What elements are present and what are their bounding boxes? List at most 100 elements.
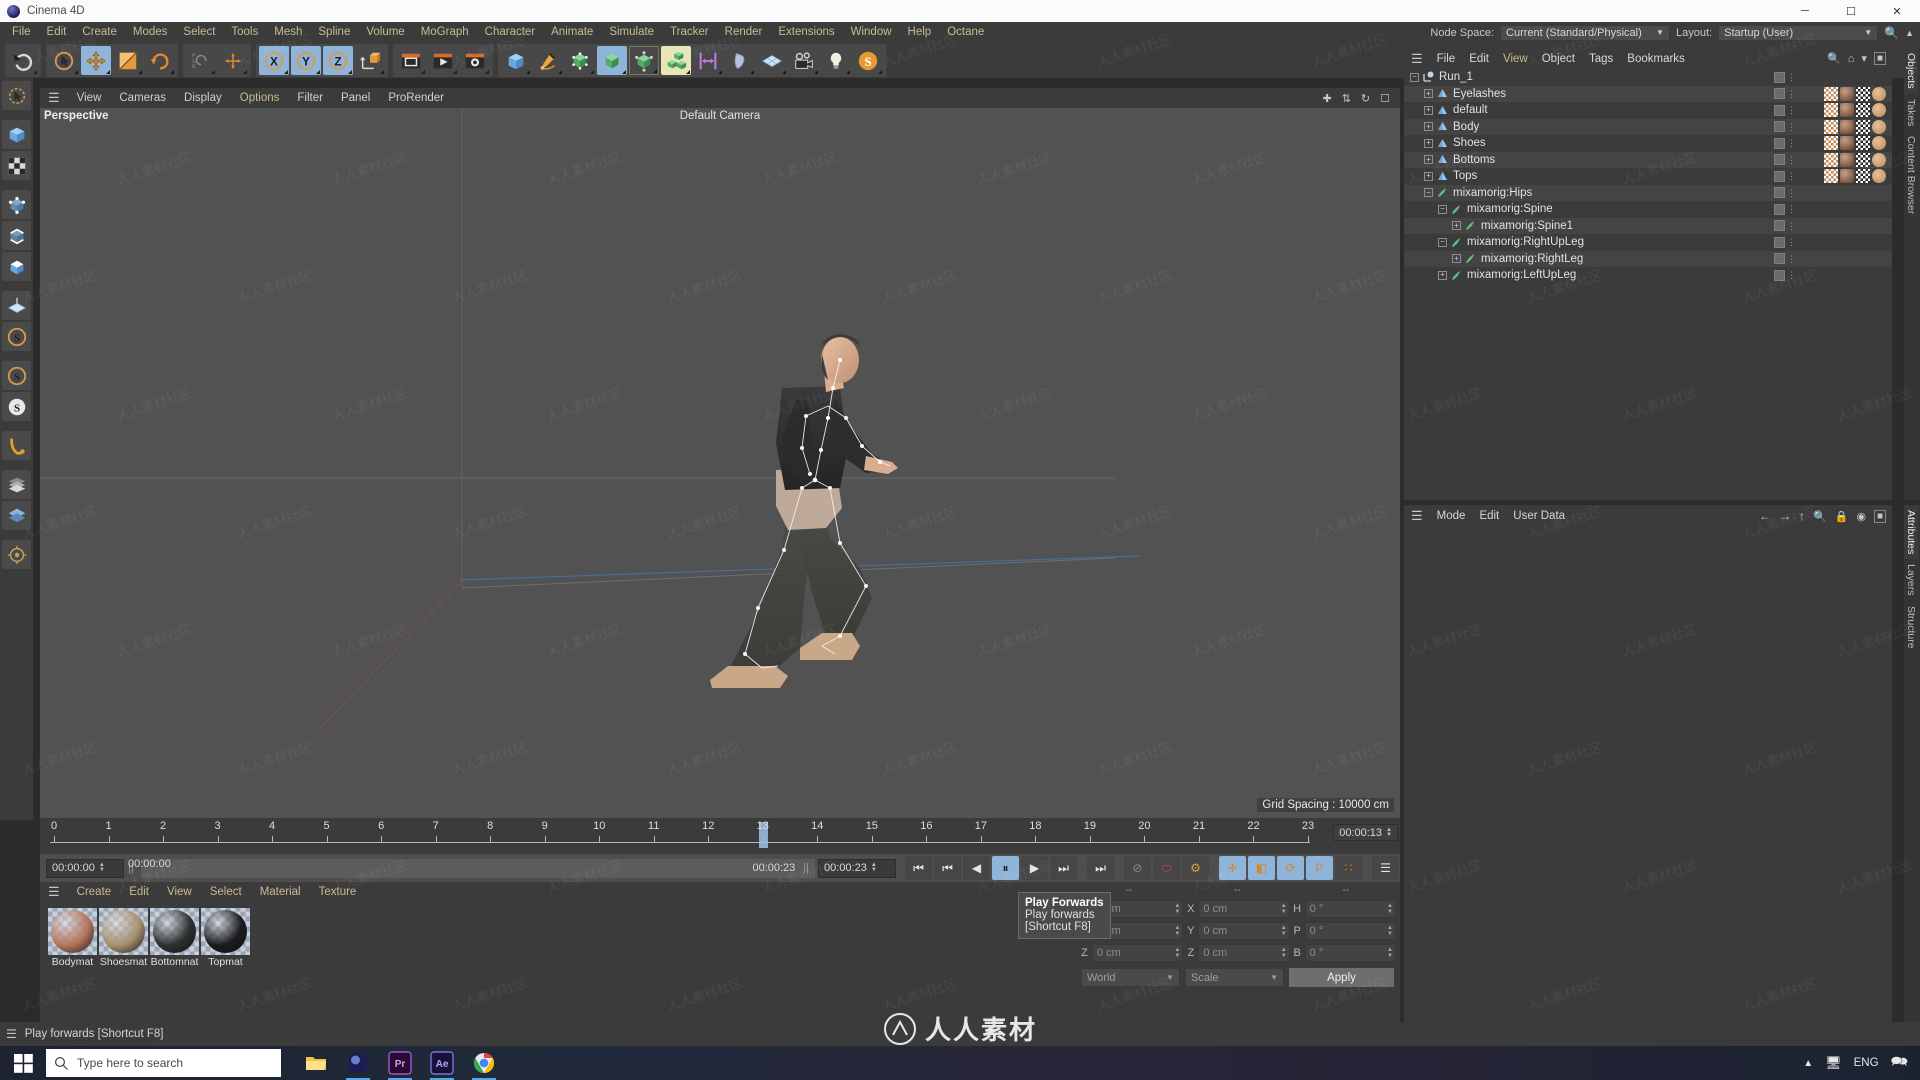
display-tag-icon[interactable]	[1774, 154, 1785, 166]
x-axis-icon[interactable]: X	[259, 46, 289, 75]
object-row[interactable]: + Shoes ⋮	[1404, 135, 1892, 152]
display-tag-icon[interactable]	[1774, 236, 1785, 248]
pin-icon[interactable]: ◉	[1856, 510, 1866, 523]
apply-button[interactable]: Apply	[1289, 968, 1394, 987]
menu-help[interactable]: Help	[900, 22, 940, 43]
uvw-tag-icon[interactable]	[1824, 103, 1838, 118]
coord-input-size-x[interactable]: 0 cm ▲ ▼	[1198, 900, 1290, 918]
timeline-end-time-field[interactable]: 00:00:13 ▲ ▼	[1333, 824, 1398, 841]
expander-toggle[interactable]: −	[1438, 237, 1447, 247]
preview-range-track[interactable]: 00:00:23 ||	[140, 858, 815, 878]
search-icon[interactable]: 🔍	[1884, 26, 1899, 40]
selection-tag-icon[interactable]	[1872, 169, 1886, 184]
menu-edit[interactable]: Edit	[39, 22, 75, 43]
display-tag-icon[interactable]	[1774, 203, 1785, 215]
cinema4d-taskbar-icon[interactable]	[337, 1046, 379, 1080]
octane-icon[interactable]: S	[853, 46, 883, 75]
spinner-icon[interactable]: ▲ ▼	[1387, 925, 1393, 937]
display-tag-icon[interactable]	[1774, 104, 1785, 116]
menu-volume[interactable]: Volume	[358, 22, 412, 43]
side-tab-layers[interactable]: Layers	[1904, 559, 1918, 601]
tag-dots-icon[interactable]: ⋮	[1787, 238, 1796, 247]
move-tool-icon[interactable]	[81, 46, 111, 75]
generator-icon[interactable]	[565, 46, 595, 75]
document-end-time-field[interactable]: 00:00:23 ▲ ▼	[818, 858, 896, 878]
material-tag-icon[interactable]	[1840, 152, 1854, 167]
display-tag-icon[interactable]	[1774, 269, 1785, 281]
transform-mode-select[interactable]: Scale ▼	[1185, 968, 1284, 987]
tag-dots-icon[interactable]: ⋮	[1787, 254, 1796, 263]
spinner-icon[interactable]: ▲ ▼	[1386, 827, 1392, 838]
y-axis-icon[interactable]: Y	[291, 46, 321, 75]
display-tag-icon[interactable]	[1774, 121, 1785, 133]
viewport-menu-options[interactable]: Options	[231, 92, 289, 104]
viewport-menu-prorender[interactable]: ProRender	[379, 92, 453, 104]
object-row[interactable]: − Run_1 ⋮	[1404, 69, 1892, 86]
menu-animate[interactable]: Animate	[543, 22, 601, 43]
tag-dots-icon[interactable]: ⋮	[1787, 73, 1796, 82]
expander-toggle[interactable]: +	[1424, 171, 1433, 181]
pen-spline-icon[interactable]	[533, 46, 563, 75]
viewport-maximize-icon[interactable]: ☐	[1380, 92, 1390, 105]
maximize-button[interactable]: ☐	[1828, 0, 1874, 22]
viewport[interactable]: Y X Z ☰ ViewCamerasDisplayOptionsFilterP…	[40, 88, 1400, 818]
spinner-icon[interactable]: ▲ ▼	[1281, 903, 1287, 915]
render-to-picture-icon[interactable]	[428, 46, 458, 75]
field-icon[interactable]	[757, 46, 787, 75]
menu-render[interactable]: Render	[717, 22, 771, 43]
layers-icon[interactable]	[2, 470, 31, 499]
viewport-menu-cameras[interactable]: Cameras	[110, 92, 175, 104]
record-active-button[interactable]: ⬭	[1153, 856, 1180, 880]
autokeying-button[interactable]: ⚙	[1182, 856, 1209, 880]
material-tag-icon[interactable]	[1840, 169, 1854, 184]
search-icon[interactable]: 🔍	[1827, 52, 1841, 65]
key-point-level-button[interactable]: ∷	[1335, 856, 1362, 880]
menu-extensions[interactable]: Extensions	[770, 22, 842, 43]
menu-modes[interactable]: Modes	[125, 22, 176, 43]
material-tag-icon[interactable]	[1840, 119, 1854, 134]
display-tag-icon[interactable]	[1774, 170, 1785, 182]
spinner-icon[interactable]: ▲ ▼	[1174, 947, 1180, 959]
expander-toggle[interactable]: −	[1424, 188, 1433, 198]
live-selection-icon[interactable]	[2, 81, 31, 110]
array-icon[interactable]	[661, 46, 691, 75]
texture-tag-icon[interactable]	[1856, 169, 1870, 184]
spinner-icon[interactable]: ▲ ▼	[1387, 947, 1393, 959]
render-settings-icon[interactable]	[460, 46, 490, 75]
deformer2-icon[interactable]	[725, 46, 755, 75]
display-tag-icon[interactable]	[1774, 220, 1785, 232]
material-tag-icon[interactable]	[1840, 136, 1854, 151]
uvw-tag-icon[interactable]	[1824, 119, 1838, 134]
add-panel-icon[interactable]: ■	[1873, 509, 1886, 523]
spinner-icon[interactable]: ▲ ▼	[1281, 925, 1287, 937]
tag-dots-icon[interactable]: ⋮	[1787, 205, 1796, 214]
layout-select[interactable]: Startup (User) ▼	[1718, 24, 1879, 41]
hamburger-icon[interactable]: ☰	[1404, 508, 1430, 524]
object-row[interactable]: + Body ⋮	[1404, 118, 1892, 135]
chrome-icon[interactable]	[463, 1046, 505, 1080]
search-icon[interactable]: 🔍	[1813, 510, 1827, 523]
premiere-pro-icon[interactable]: Pr	[379, 1046, 421, 1080]
display-tag-icon[interactable]	[1774, 88, 1785, 100]
object-row[interactable]: + mixamorig:LeftUpLeg ⋮	[1404, 267, 1892, 284]
current-time-field[interactable]: 00:00:00 ▲ ▼	[46, 858, 124, 878]
objmgr-menu-object[interactable]: Object	[1535, 53, 1582, 65]
back-arrow-icon[interactable]: ←	[1759, 509, 1771, 523]
key-scale-button[interactable]: ◧	[1248, 856, 1275, 880]
selection-tag-icon[interactable]	[1872, 103, 1886, 118]
go-to-end-button[interactable]: ⏭	[1087, 856, 1114, 880]
expander-toggle[interactable]: +	[1452, 254, 1461, 264]
menu-spline[interactable]: Spline	[310, 22, 358, 43]
tag-dots-icon[interactable]: ⋮	[1787, 271, 1796, 280]
world-object-coord-icon[interactable]	[355, 46, 385, 75]
uvw-tag-icon[interactable]	[1824, 86, 1838, 101]
side-tab-content-browser[interactable]: Content Browser	[1904, 131, 1918, 219]
selection-tag-icon[interactable]	[1872, 119, 1886, 134]
tag-dots-icon[interactable]: ⋮	[1787, 139, 1796, 148]
go-to-previous-key-button[interactable]: ⏮	[934, 856, 961, 880]
coordinate-system-select[interactable]: World ▼	[1081, 968, 1180, 987]
attr-menu-mode[interactable]: Mode	[1430, 510, 1473, 522]
side-tab-takes[interactable]: Takes	[1904, 94, 1918, 131]
expander-toggle[interactable]: +	[1452, 221, 1461, 231]
object-row[interactable]: − mixamorig:RightUpLeg ⋮	[1404, 234, 1892, 251]
